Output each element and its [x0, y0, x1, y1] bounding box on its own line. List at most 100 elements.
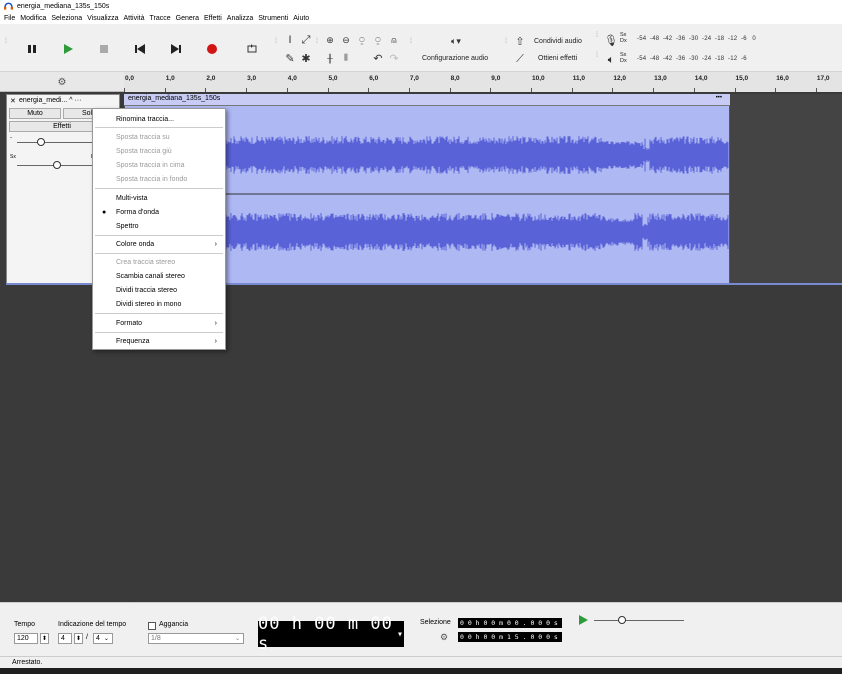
menu-item-split-stereo[interactable]: Dividi traccia stereo — [93, 283, 225, 297]
silence-button[interactable]: ⫼ — [339, 51, 353, 65]
clip-header[interactable]: energia_mediana_135s_150s ••• — [124, 94, 730, 106]
get-effects-icon-button[interactable]: ⟋ — [513, 52, 527, 66]
selection-settings-icon[interactable]: ⚙ — [440, 632, 448, 643]
toolbar-grip[interactable]: ⁞ — [5, 38, 9, 45]
mic-meter-button[interactable]: 🎙︎ — [604, 33, 618, 47]
tempo-stepper[interactable]: ⬍ — [40, 633, 49, 644]
zoom-in-button[interactable]: ⊕ — [323, 33, 337, 47]
menu-tracce[interactable]: Tracce — [150, 15, 171, 22]
menu-item-move-top[interactable]: Sposta traccia in cima — [93, 158, 225, 172]
tools-grip[interactable]: ⁞ — [275, 38, 279, 45]
play-icon — [64, 44, 73, 54]
menu-item-rename[interactable]: Rinomina traccia... — [93, 112, 225, 126]
audio-setup-grip[interactable]: ⁞ — [410, 38, 414, 45]
trim-icon: ╫ — [327, 53, 333, 63]
menu-analizza[interactable]: Analizza — [227, 15, 253, 22]
time-sig-numerator[interactable]: 4 — [58, 633, 72, 644]
snap-select[interactable]: 1/8 ⌄ — [148, 633, 244, 644]
play-at-speed-button[interactable] — [578, 615, 588, 627]
redo-button[interactable]: ↷ — [387, 51, 401, 65]
menu-item-label: Colore onda — [116, 240, 155, 248]
multi-tool-button[interactable]: ✱ — [299, 51, 313, 65]
menu-aiuto[interactable]: Aiuto — [293, 15, 309, 22]
menu-genera[interactable]: Genera — [176, 15, 199, 22]
menu-seleziona[interactable]: Seleziona — [51, 15, 82, 22]
selection-label: Selezione — [420, 619, 451, 626]
ruler-label: 11,0 — [572, 75, 585, 82]
selection-end-value: 0 0 h 0 0 m 1 5 . 0 0 0 s — [460, 633, 558, 641]
close-track-icon[interactable]: ✕ — [10, 97, 16, 105]
skip-end-button[interactable] — [164, 38, 188, 60]
time-display[interactable]: 00 h 00 m 00 s ▾ — [258, 614, 404, 654]
gain-slider[interactable] — [17, 142, 97, 143]
tempo-input[interactable]: 120 — [14, 633, 38, 644]
menu-effetti[interactable]: Effetti — [204, 15, 222, 22]
draw-tool-button[interactable]: ✎ — [283, 51, 297, 65]
time-sig-stepper[interactable]: ⬍ — [74, 633, 83, 644]
share-grip[interactable]: ⁞ — [505, 38, 509, 45]
selection-tool-button[interactable]: I — [283, 33, 297, 47]
menu-modifica[interactable]: Modifica — [20, 15, 46, 22]
menu-strumenti[interactable]: Strumenti — [258, 15, 288, 22]
share-audio-button[interactable]: Condividi audio — [534, 38, 582, 45]
menu-item-format[interactable]: Formato › — [93, 316, 225, 330]
skip-start-button[interactable] — [128, 38, 152, 60]
ruler-label: 8,0 — [450, 75, 460, 82]
menu-item-split-mono[interactable]: Dividi stereo in mono — [93, 297, 225, 311]
fit-selection-button[interactable]: ⍜ — [355, 33, 369, 47]
menu-item-swap-channels[interactable]: Scambia canali stereo — [93, 269, 225, 283]
edit-grip[interactable]: ⁞ — [316, 38, 320, 45]
menu-item-spectrum[interactable]: Spettro — [93, 219, 225, 233]
menu-item-move-bottom[interactable]: Sposta traccia in fondo — [93, 172, 225, 186]
play-meter-grip[interactable]: ⁞ — [596, 52, 600, 59]
get-effects-button[interactable]: Ottieni effetti — [538, 55, 577, 62]
share-audio-icon-button[interactable]: ⇧ — [513, 34, 527, 48]
ruler-label: 7,0 — [409, 75, 419, 82]
menu-attivita[interactable]: Attività — [124, 15, 145, 22]
timeline-ruler[interactable]: ⚙ 0,0 1,0 2,0 3,0 4,0 5,0 6,0 7,0 8,0 9,0 10,0 11,0… — [0, 72, 842, 92]
mute-button[interactable]: Muto — [9, 108, 61, 119]
menu-item-move-down[interactable]: Sposta traccia giù — [93, 144, 225, 158]
play-button[interactable] — [56, 38, 80, 60]
trim-button[interactable]: ╫ — [323, 51, 337, 65]
snap-checkbox[interactable] — [148, 622, 156, 630]
play-meter-scale[interactable]: -54 -48 -42 -36 -30 -24 -18 -12 -6 — [637, 56, 747, 62]
timeline-settings-button[interactable]: ⚙ — [0, 72, 124, 92]
ruler-label: 9,0 — [491, 75, 501, 82]
gain-slider-thumb[interactable] — [37, 138, 45, 146]
speaker-meter-button[interactable]: 🔈︎ — [604, 53, 618, 67]
zoom-toggle-button[interactable]: ⍝ — [387, 33, 401, 47]
menu-item-multi-view[interactable]: Multi-vista — [93, 191, 225, 205]
menu-item-waveform[interactable]: ● Forma d'onda — [93, 205, 225, 219]
play-speed-slider[interactable] — [594, 620, 684, 621]
menu-visualizza[interactable]: Visualizza — [87, 15, 118, 22]
record-button[interactable] — [200, 38, 224, 60]
timeline-ticks[interactable]: 0,0 1,0 2,0 3,0 4,0 5,0 6,0 7,0 8,0 9,0 10,0 11,0 12… — [124, 72, 842, 92]
menu-item-wave-color[interactable]: Colore onda › — [93, 237, 225, 251]
menu-item-label: Forma d'onda — [116, 208, 159, 216]
menu-file[interactable]: File — [4, 15, 15, 22]
zoom-toggle-icon: ⍝ — [391, 34, 397, 45]
loop-button[interactable] — [240, 38, 264, 60]
track-name-menu[interactable]: energia_medi... ^ ··· — [19, 97, 81, 104]
empty-track-region[interactable] — [730, 94, 842, 284]
zoom-selection-icon: ⍜ — [359, 34, 365, 45]
audio-setup-button[interactable]: 🔈︎▾ — [436, 34, 476, 48]
menu-item-move-up[interactable]: Sposta traccia su — [93, 130, 225, 144]
envelope-tool-button[interactable]: ⤢ — [299, 33, 313, 47]
pause-button[interactable] — [20, 38, 44, 60]
menu-item-make-stereo[interactable]: Crea traccia stereo — [93, 255, 225, 269]
fit-project-button[interactable]: ⍜ — [371, 33, 385, 47]
undo-button[interactable]: ↶ — [371, 51, 385, 65]
rec-meter-grip[interactable]: ⁞ — [596, 32, 600, 39]
rec-meter-scale[interactable]: -54 -48 -42 -36 -30 -24 -18 -12 -6 0 — [637, 36, 756, 42]
selection-start-time[interactable]: 0 0 h 0 0 m 0 0 . 0 0 0 s — [458, 618, 562, 628]
stop-button[interactable] — [92, 38, 116, 60]
selection-end-time[interactable]: 0 0 h 0 0 m 1 5 . 0 0 0 s — [458, 632, 562, 642]
menu-item-frequency[interactable]: Frequenza › — [93, 334, 225, 348]
play-speed-thumb[interactable] — [618, 616, 626, 624]
clip-menu-icon[interactable]: ••• — [716, 95, 722, 101]
pan-slider-thumb[interactable] — [53, 161, 61, 169]
zoom-out-button[interactable]: ⊖ — [339, 33, 353, 47]
time-sig-denominator[interactable]: 4 ⌄ — [93, 633, 113, 644]
